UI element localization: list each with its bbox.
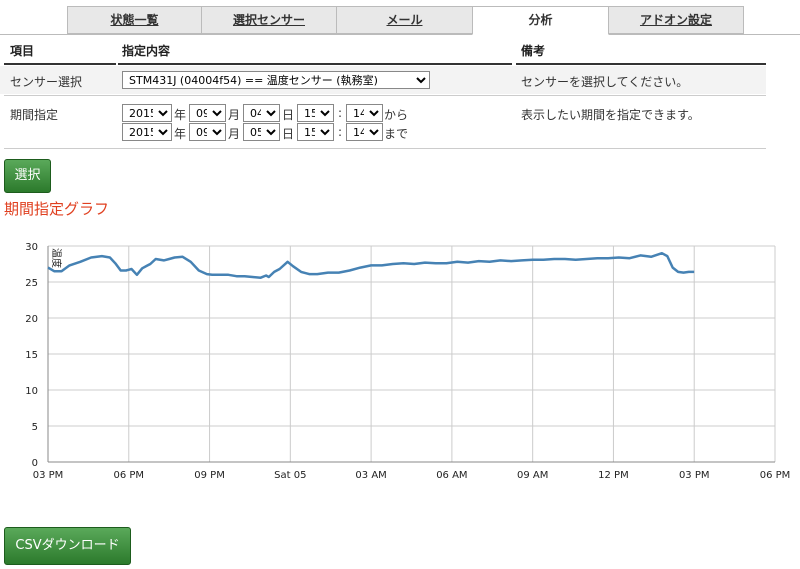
header-rule — [118, 63, 512, 65]
header-rule — [516, 63, 766, 65]
unit-colon: : — [338, 125, 343, 139]
x-tick-label: Sat 05 — [274, 470, 306, 481]
unit-month: 月 — [228, 127, 241, 141]
x-tick-label: 09 PM — [194, 470, 225, 481]
unit-month: 月 — [228, 108, 241, 122]
y-axis-label: 温度 — [50, 248, 63, 268]
tab-bar: 状態一覧 選択センサー メール 分析 アドオン設定 — [0, 0, 800, 35]
header-note: 備考 — [521, 44, 546, 58]
end-hour-select[interactable]: 15 — [297, 123, 334, 141]
tab-selected-sensor[interactable]: 選択センサー — [201, 6, 337, 34]
start-day-select[interactable]: 04 — [243, 104, 280, 122]
tab-analysis[interactable]: 分析 — [472, 6, 609, 35]
header-item: 項目 — [10, 44, 35, 58]
sensor-label: センサー選択 — [10, 75, 83, 89]
end-day-select[interactable]: 05 — [243, 123, 280, 141]
unit-day: 日 — [282, 127, 295, 141]
tab-baseline — [0, 34, 800, 35]
y-tick-label: 5 — [32, 422, 38, 433]
end-minute-select[interactable]: 14 — [346, 123, 383, 141]
row-divider — [4, 95, 766, 96]
tab-addon-settings[interactable]: アドオン設定 — [608, 6, 744, 34]
x-tick-label: 12 PM — [598, 470, 629, 481]
header-content: 指定内容 — [122, 44, 171, 58]
unit-year: 年 — [174, 108, 187, 122]
start-year-select[interactable]: 2015 — [122, 104, 172, 122]
csv-download-button[interactable]: CSVダウンロード — [4, 527, 131, 565]
x-tick-label: 06 PM — [760, 470, 791, 481]
period-note: 表示したい期間を指定できます。 — [521, 108, 700, 122]
start-month-select[interactable]: 09 — [189, 104, 226, 122]
start-hour-select[interactable]: 15 — [297, 104, 334, 122]
row-divider — [4, 148, 766, 149]
x-tick-label: 03 PM — [679, 470, 710, 481]
x-tick-label: 09 AM — [517, 470, 548, 481]
y-tick-label: 0 — [32, 458, 38, 469]
unit-year: 年 — [174, 127, 187, 141]
sensor-select[interactable]: STM431J (04004f54) == 温度センサー (執務室) — [122, 71, 430, 89]
y-tick-label: 10 — [25, 386, 38, 397]
end-year-select[interactable]: 2015 — [122, 123, 172, 141]
tab-mail[interactable]: メール — [336, 6, 473, 34]
graph-title: 期間指定グラフ — [4, 200, 110, 218]
y-tick-label: 20 — [25, 314, 38, 325]
start-minute-select[interactable]: 14 — [346, 104, 383, 122]
tab-status-list[interactable]: 状態一覧 — [67, 6, 202, 34]
x-tick-label: 06 AM — [436, 470, 467, 481]
y-tick-label: 15 — [25, 350, 38, 361]
y-tick-label: 30 — [25, 242, 38, 253]
unit-day: 日 — [282, 108, 295, 122]
suffix-from: から — [384, 108, 409, 122]
y-tick-label: 25 — [25, 278, 38, 289]
end-month-select[interactable]: 09 — [189, 123, 226, 141]
x-tick-label: 06 PM — [113, 470, 144, 481]
x-tick-label: 03 AM — [355, 470, 386, 481]
temperature-line-chart: 0 5 10 15 20 25 30 03 PM 06 PM 09 PM Sat 05 03 AM 06… — [25, 242, 791, 481]
x-tick-label: 03 PM — [33, 470, 64, 481]
header-rule — [4, 63, 116, 65]
select-button[interactable]: 選択 — [4, 159, 51, 193]
suffix-to: まで — [384, 127, 409, 141]
sensor-note: センサーを選択してください。 — [521, 75, 689, 89]
unit-colon: : — [338, 106, 343, 120]
table-header: 項目 指定内容 備考 — [0, 38, 800, 64]
period-label: 期間指定 — [10, 108, 59, 122]
